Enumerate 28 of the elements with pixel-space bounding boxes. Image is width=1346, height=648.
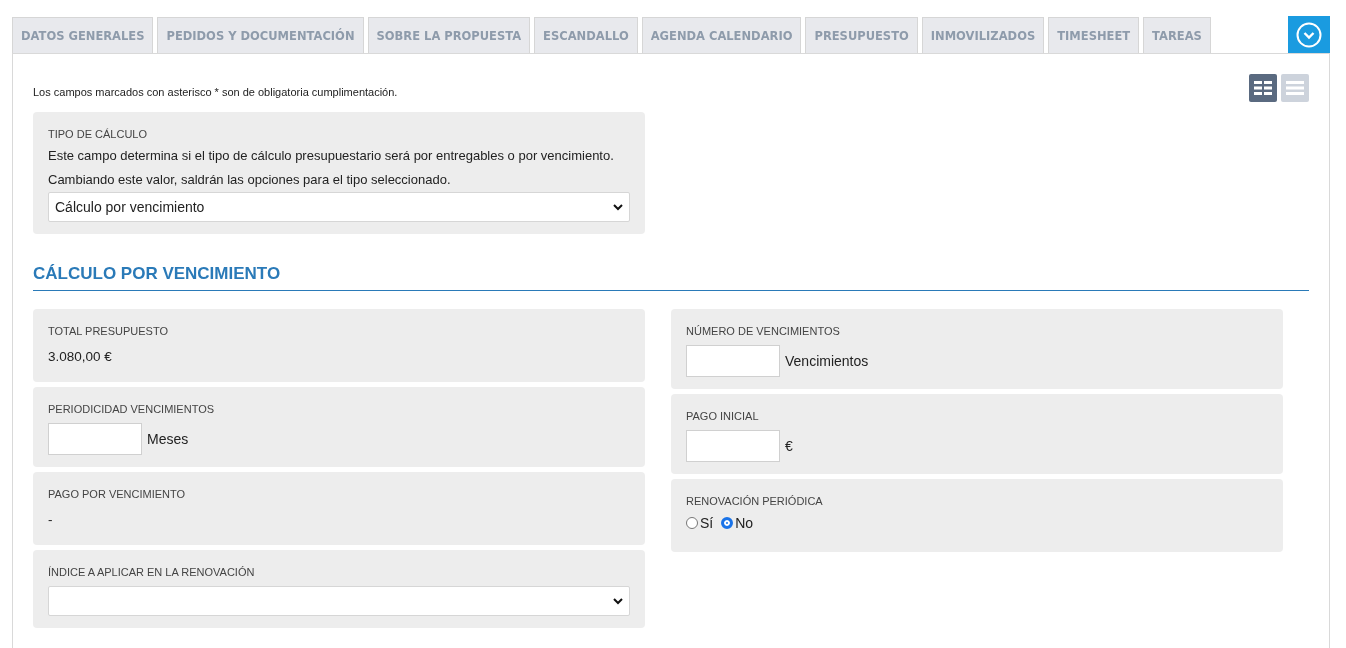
select-field[interactable]: Cálculo por vencimiento (48, 192, 630, 222)
unit-label: Vencimientos (785, 353, 869, 369)
tab[interactable]: SOBRE LA PROPUESTA (367, 17, 531, 53)
radio-label[interactable]: Sí (700, 515, 714, 531)
field-value: - (48, 512, 53, 527)
field-label: PAGO POR VENCIMIENTO (48, 488, 186, 500)
unit-label: Meses (147, 431, 189, 447)
tab[interactable]: PRESUPUESTO (805, 17, 918, 53)
field-label: ÍNDICE A APLICAR EN LA RENOVACIÓN (48, 566, 255, 578)
field-label: PERIODICIDAD VENCIMIENTOS (48, 403, 215, 415)
tab[interactable]: AGENDA CALENDARIO (641, 17, 802, 53)
field-description: Este campo determina si el tipo de cálculo presupuestario será por entregables o por vencimiento. Cambiando este valor, saldrán las opciones para el tipo seleccionado. (48, 147, 615, 189)
tab[interactable]: ESCANDALLO (534, 17, 638, 53)
field-label: RENOVACIÓN PERIÓDICA (686, 495, 823, 507)
required-fields-notice: Los campos marcados con asterisco * son de obligatoria cumplimentación. (33, 86, 398, 98)
tab[interactable]: PEDIDOS Y DOCUMENTACIÓN (157, 17, 364, 53)
field-value: 3.080,00 € (48, 349, 112, 364)
tab[interactable]: INMOVILIZADOS (921, 17, 1045, 53)
field-label: TIPO DE CÁLCULO (48, 128, 148, 140)
field-label: NÚMERO DE VENCIMIENTOS (686, 325, 840, 337)
unit-label: € (785, 438, 793, 454)
section-heading: CÁLCULO POR VENCIMIENTO (33, 264, 1309, 291)
radio-label[interactable]: No (735, 515, 754, 531)
field-label: TOTAL PRESUPUESTO (48, 325, 168, 337)
tab[interactable]: TIMESHEET (1048, 17, 1140, 53)
field-label: PAGO INICIAL (686, 410, 759, 422)
tab[interactable]: DATOS GENERALES (12, 17, 154, 53)
tab[interactable]: TAREAS (1143, 17, 1211, 53)
